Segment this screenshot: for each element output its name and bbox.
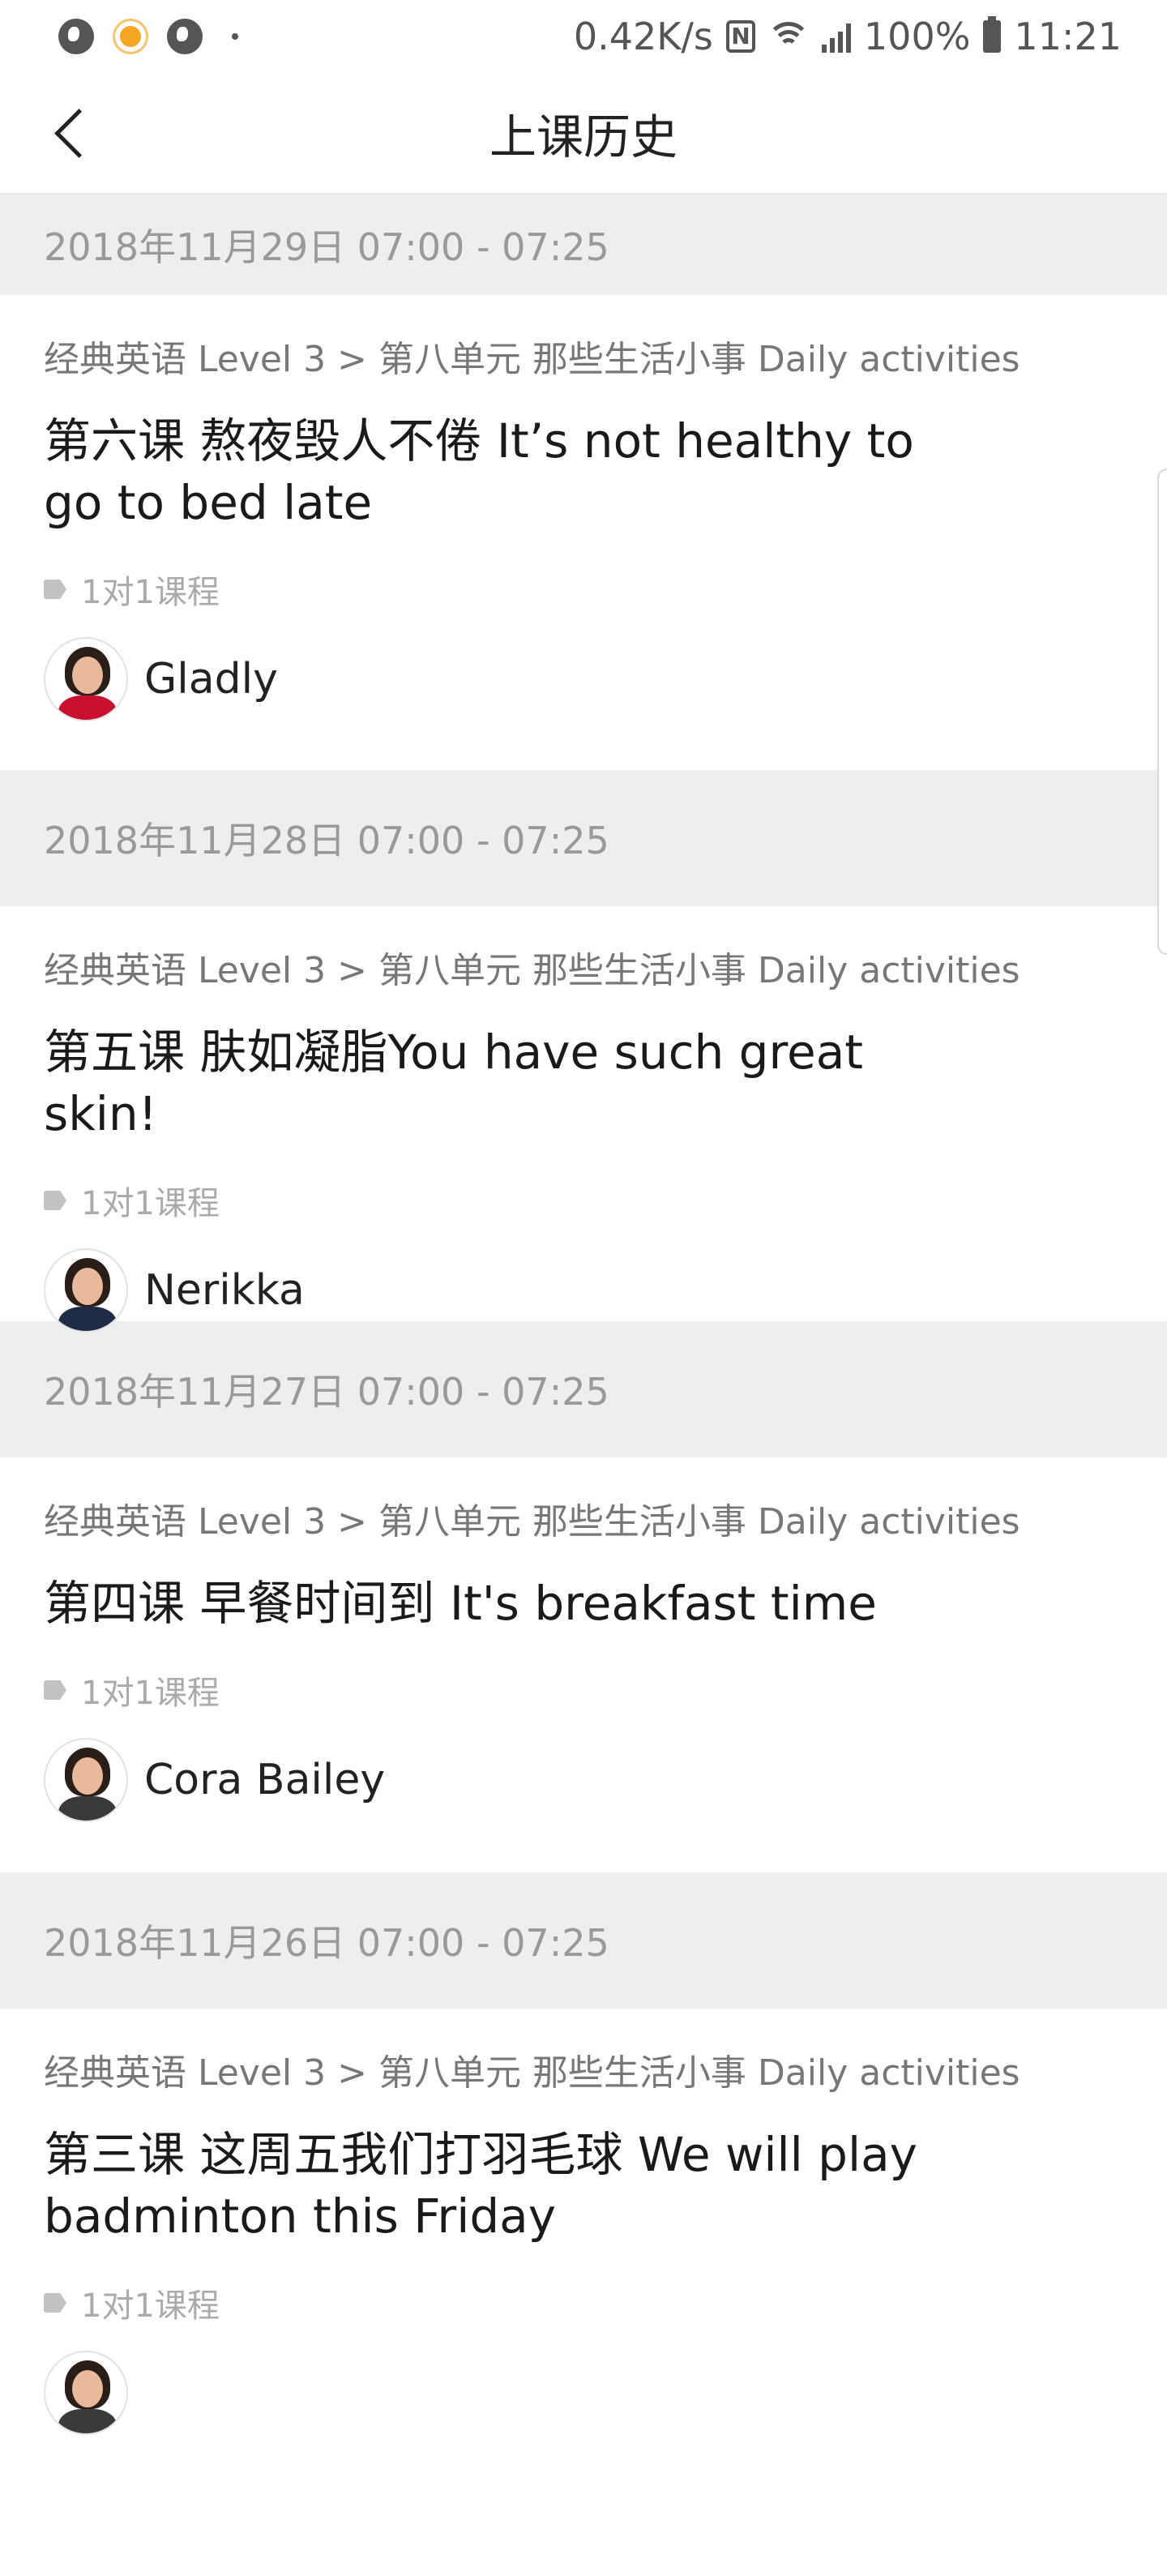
nfc-icon: N [725, 20, 755, 53]
clock: 11:21 [1014, 15, 1122, 58]
course-type-label: 1对1课程 [81, 1675, 220, 1712]
scroll-indicator[interactable] [1157, 469, 1167, 955]
teacher-row [44, 2351, 1123, 2435]
sun-icon [120, 26, 141, 47]
course-type-label: 1对1课程 [81, 2287, 220, 2325]
course-type-label: 1对1课程 [81, 574, 220, 611]
lesson-title: 第六课 熬夜毁人不倦 It’s not healthy to go to bed… [44, 413, 914, 530]
lesson-card[interactable]: 经典英语 Level 3 > 第八单元 那些生活小事 Daily activit… [0, 2009, 1167, 2576]
tag-icon [44, 1680, 66, 1700]
teacher-name: Gladly [144, 655, 278, 704]
teacher-name: Cora Bailey [144, 1756, 386, 1804]
lesson-card[interactable]: 经典英语 Level 3 > 第八单元 那些生活小事 Daily activit… [0, 906, 1167, 1333]
lesson-card[interactable]: 经典英语 Level 3 > 第八单元 那些生活小事 Daily activit… [0, 1457, 1167, 1872]
course-path: 经典英语 Level 3 > 第八单元 那些生活小事 Daily activit… [44, 339, 1020, 380]
date-header: 2018年11月26日 07:00 - 07:25 [0, 1872, 1167, 2009]
teacher-avatar [44, 1248, 128, 1333]
status-right: 0.42K/s N 100% 11:21 [574, 15, 1122, 58]
dot-icon [232, 33, 238, 40]
net-speed: 0.42K/s [573, 15, 713, 58]
page-title: 上课历史 [489, 109, 678, 165]
date-header: 2018年11月27日 07:00 - 07:25 [0, 1321, 1167, 1457]
teacher-name: Nerikka [144, 1266, 305, 1315]
tag-icon [44, 2293, 66, 2313]
course-path: 经典英语 Level 3 > 第八单元 那些生活小事 Daily activit… [44, 1501, 1020, 1543]
course-path: 经典英语 Level 3 > 第八单元 那些生活小事 Daily activit… [44, 950, 1020, 991]
battery-icon [983, 16, 1002, 53]
course-type-tag: 1对1课程 [44, 1667, 1123, 1714]
status-bar: 0.42K/s N 100% 11:21 [0, 0, 1167, 73]
course-type-tag: 1对1课程 [44, 1177, 1123, 1224]
date-header: 2018年11月29日 07:00 - 07:25 [0, 195, 1167, 295]
globe-icon [167, 19, 203, 54]
lesson-title: 第三课 这周五我们打羽毛球 We will play badminton thi… [44, 2127, 917, 2244]
signal-icon [821, 20, 851, 53]
lesson-title: 第四课 早餐时间到 It's breakfast time [44, 1576, 877, 1631]
tag-icon [44, 580, 66, 599]
lesson-card[interactable]: 经典英语 Level 3 > 第八单元 那些生活小事 Daily activit… [0, 295, 1167, 770]
teacher-row: Nerikka [44, 1248, 1123, 1333]
teacher-row: Gladly [44, 637, 1123, 721]
battery-percent: 100% [863, 15, 971, 58]
teacher-row: Cora Bailey [44, 1738, 1123, 1822]
date-header: 2018年11月28日 07:00 - 07:25 [0, 770, 1167, 906]
course-type-tag: 1对1课程 [44, 566, 1123, 613]
lesson-list: 2018年11月29日 07:00 - 07:25 经典英语 Level 3 >… [0, 195, 1167, 2576]
course-type-label: 1对1课程 [81, 1185, 220, 1222]
status-left [58, 19, 238, 54]
header: 上课历史 [0, 73, 1167, 193]
teacher-avatar [44, 2351, 128, 2435]
teacher-avatar [44, 1738, 128, 1822]
course-type-tag: 1对1课程 [44, 2279, 1123, 2326]
wifi-icon [766, 20, 810, 53]
lesson-title: 第五课 肤如凝脂You have such great skin! [44, 1025, 864, 1141]
teacher-avatar [44, 637, 128, 721]
course-path: 经典英语 Level 3 > 第八单元 那些生活小事 Daily activit… [44, 2052, 1020, 2094]
tag-icon [44, 1191, 66, 1210]
globe-icon [58, 19, 94, 54]
